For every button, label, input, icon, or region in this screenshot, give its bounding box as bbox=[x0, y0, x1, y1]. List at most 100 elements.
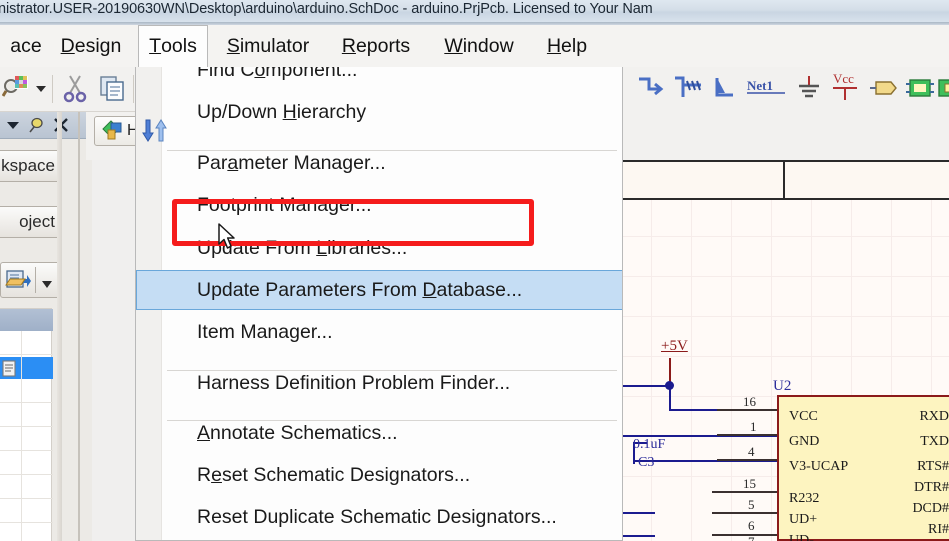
split-dropdown-arrow-icon[interactable] bbox=[41, 276, 53, 294]
open-folder-icon[interactable] bbox=[5, 267, 31, 298]
mouse-cursor bbox=[218, 223, 240, 258]
capacitor-value-label: 0.1uF bbox=[633, 437, 666, 452]
menu-item-label: Harness Definition Problem Finder... bbox=[197, 371, 511, 394]
place-line-icon[interactable] bbox=[711, 73, 739, 108]
menu-reports[interactable]: Reports bbox=[330, 25, 422, 67]
wire-ud-minus bbox=[623, 535, 655, 537]
pin-name-dcd: DCD# bbox=[912, 501, 949, 516]
component-designator-label: U2 bbox=[773, 378, 792, 394]
net-label-icon[interactable]: Net1 bbox=[745, 77, 791, 104]
panel-document-list[interactable] bbox=[0, 308, 53, 541]
dropdown-arrow-icon[interactable] bbox=[34, 81, 48, 99]
list-item[interactable] bbox=[0, 331, 53, 355]
panel-separator bbox=[78, 112, 80, 541]
pin-name-v3ucap: V3-UCAP bbox=[789, 459, 849, 474]
junction-dot bbox=[665, 381, 674, 390]
magnifier-grid-icon[interactable] bbox=[1, 73, 32, 108]
power-port-label: +5V bbox=[661, 338, 688, 354]
menu-item-label: Reset Duplicate Schematic Designators... bbox=[197, 505, 557, 528]
menu-design[interactable]: Design bbox=[52, 25, 130, 67]
gnd-power-port-icon[interactable] bbox=[795, 73, 823, 108]
menu-bar[interactable]: ace Design Tools Simulator Reports Window Help bbox=[0, 25, 949, 67]
menu-item-harness-definition-problem-finder[interactable]: Harness Definition Problem Finder... bbox=[136, 369, 622, 397]
component-u2-body[interactable]: VCC GND V3-UCAP R232 UD+ UD- RXD TXD RTS… bbox=[777, 395, 949, 541]
grid-line bbox=[691, 200, 692, 541]
menu-window[interactable]: Window bbox=[428, 25, 530, 67]
menu-item-reset-schematic-designators[interactable]: Reset Schematic Designators... bbox=[136, 461, 622, 489]
place-bus-icon[interactable] bbox=[671, 73, 703, 108]
pin-leader bbox=[712, 512, 777, 514]
svg-text:Vcc: Vcc bbox=[833, 71, 854, 86]
wiring-toolbar[interactable]: Net1 Vcc bbox=[623, 67, 949, 112]
menu-item-up-down-hierarchy[interactable]: Up/Down Hierarchy bbox=[136, 98, 622, 126]
menu-item-label: Find Component... bbox=[197, 67, 358, 81]
copy-icon[interactable] bbox=[98, 73, 128, 108]
pin-leader bbox=[717, 459, 777, 461]
vcc-power-port-icon[interactable]: Vcc bbox=[829, 71, 861, 108]
pin-number: 6 bbox=[748, 518, 755, 533]
pin-number: 5 bbox=[748, 497, 755, 512]
pin-leader bbox=[717, 434, 777, 436]
menu-item-find-component[interactable]: Find Component... bbox=[136, 67, 622, 84]
pin-name-udminus: UD- bbox=[789, 533, 814, 541]
menu-item-label: Annotate Schematics... bbox=[197, 421, 398, 444]
pin-name-r232: R232 bbox=[789, 491, 820, 506]
place-sheet-entry-icon[interactable] bbox=[937, 73, 949, 108]
list-item[interactable] bbox=[0, 523, 53, 541]
list-item[interactable] bbox=[0, 427, 53, 451]
place-port-icon[interactable] bbox=[869, 73, 899, 108]
panel-resize-edge[interactable] bbox=[57, 112, 62, 541]
pin-name-dtr: DTR# bbox=[914, 480, 949, 495]
pin-number: 1 bbox=[750, 419, 757, 434]
menu-item-update-parameters-from-database[interactable]: Update Parameters From Database... bbox=[136, 276, 622, 304]
split-divider bbox=[35, 267, 36, 293]
list-item[interactable] bbox=[0, 499, 53, 523]
home-page-icon bbox=[101, 117, 127, 145]
application-window: nistrator.USER-20190630WN\Desktop\arduin… bbox=[0, 0, 949, 541]
menu-help[interactable]: Help bbox=[536, 25, 598, 67]
up-down-arrows-icon bbox=[140, 118, 170, 149]
toolbar-divider-2 bbox=[133, 75, 134, 103]
menu-item-label: Up/Down Hierarchy bbox=[197, 100, 367, 123]
menu-simulator[interactable]: Simulator bbox=[212, 25, 324, 67]
chevron-down-icon[interactable] bbox=[4, 116, 22, 139]
panel-split-button[interactable] bbox=[0, 262, 62, 298]
list-item[interactable] bbox=[0, 379, 53, 403]
grid-line bbox=[771, 200, 772, 541]
menu-item-label: Item Manager... bbox=[197, 320, 333, 343]
pin-name-rxd: RXD bbox=[919, 409, 949, 424]
sheet-border-top bbox=[623, 160, 949, 200]
pin-name-vcc: VCC bbox=[789, 409, 818, 424]
cut-icon[interactable] bbox=[62, 73, 90, 108]
pin-number: 4 bbox=[748, 444, 755, 459]
sheet-border-divider bbox=[783, 162, 785, 200]
title-bar: nistrator.USER-20190630WN\Desktop\arduin… bbox=[0, 0, 949, 22]
list-item[interactable] bbox=[0, 403, 53, 427]
window-title: nistrator.USER-20190630WN\Desktop\arduin… bbox=[0, 1, 653, 17]
wire-horizontal-vcc bbox=[623, 385, 671, 387]
tools-dropdown-menu[interactable]: Find Component... Up/Down Hierarchy Parame… bbox=[135, 67, 623, 541]
pin-number: 7 bbox=[748, 534, 755, 541]
panel-button-workspace[interactable]: kspace bbox=[0, 150, 62, 182]
pin-icon[interactable] bbox=[28, 116, 46, 139]
menu-item-label: Reset Schematic Designators... bbox=[197, 463, 471, 486]
list-item[interactable] bbox=[0, 451, 53, 475]
pin-name-rts: RTS# bbox=[917, 459, 949, 474]
menu-tools[interactable]: Tools bbox=[138, 25, 208, 67]
menu-ace[interactable]: ace bbox=[0, 25, 52, 67]
list-column-divider bbox=[21, 331, 22, 541]
panel-button-project[interactable]: oject bbox=[0, 206, 62, 238]
menu-item-parameter-manager[interactable]: Parameter Manager... bbox=[136, 149, 622, 177]
wire-ud-plus bbox=[623, 512, 655, 514]
grid-line bbox=[623, 236, 949, 237]
list-item-selected[interactable] bbox=[0, 357, 53, 379]
place-wire-icon[interactable] bbox=[635, 73, 665, 108]
menu-item-reset-duplicate-schematic-designators[interactable]: Reset Duplicate Schematic Designators... bbox=[136, 503, 622, 531]
pin-name-txd: TXD bbox=[920, 434, 949, 449]
pin-name-udplus: UD+ bbox=[789, 512, 818, 527]
list-item[interactable] bbox=[0, 475, 53, 499]
menu-item-annotate-schematics[interactable]: Annotate Schematics... bbox=[136, 419, 622, 447]
place-sheet-symbol-icon[interactable] bbox=[905, 73, 935, 108]
menu-item-item-manager[interactable]: Item Manager... bbox=[136, 318, 622, 346]
grid-line bbox=[731, 200, 732, 541]
